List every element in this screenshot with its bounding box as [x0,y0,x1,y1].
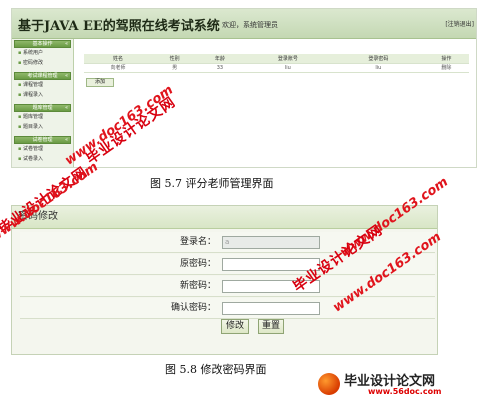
sidebar-group-label: 基本操作 [32,41,53,47]
column-header: 操作 [423,54,469,64]
cell-password: liu [333,63,424,73]
sidebar-item-change-password[interactable]: 密码修改 [12,58,73,68]
sidebar-item-course-entry[interactable]: 课程录入 [12,90,73,100]
submit-button[interactable]: 修改 [221,319,249,334]
cell-gender: 男 [151,63,198,73]
sidebar-group-header[interactable]: 考试课程管理 « [14,72,71,80]
sidebar-item-course-manage[interactable]: 课程管理 [12,80,73,90]
confirm-password-label: 确认密码： [170,303,216,313]
column-header: 登录账号 [242,54,334,64]
column-header: 姓名 [84,54,152,64]
system-title: 基于JAVA EE的驾照在线考试系统 [18,19,220,34]
welcome-text: 欢迎，系统管理员 [222,21,278,29]
sidebar-item-question-entry[interactable]: 题目录入 [12,122,73,132]
sidebar-group-paper: 试卷管理« 试卷管理 试卷录入 [12,136,73,167]
sidebar-group-header[interactable]: 试卷管理 « [14,136,71,144]
sidebar-group-basic: 基本操作 « 系统用户 密码修改 [12,40,73,71]
reset-button[interactable]: 重置 [258,319,284,334]
sidebar-group-label: 题库管理 [32,105,53,111]
sidebar-item-question-manage[interactable]: 题库管理 [12,112,73,122]
figure-caption-5-7: 图 5.7 评分老师管理界面 [150,177,274,190]
column-header: 年龄 [197,54,243,64]
collapse-icon[interactable]: « [65,41,68,48]
sidebar: 基本操作 « 系统用户 密码修改 考试课程管理 « 课程管理 课程录入 题库管理« … [12,39,74,167]
old-password-label: 原密码： [179,259,216,269]
sidebar-group-label: 考试课程管理 [27,73,58,79]
form-row-confirm-password: 确认密码： [20,298,435,319]
sidebar-group-question-bank: 题库管理« 题库管理 题目录入 [12,104,73,135]
cell-name: 向老师 [84,63,152,73]
collapse-icon[interactable]: « [65,73,68,80]
figure-caption-5-8: 图 5.8 修改密码界面 [165,363,267,376]
sidebar-group-label: 试卷管理 [32,137,53,143]
collapse-icon[interactable]: « [65,137,68,144]
site-logo: 毕业设计论文网 www.56doc.com [318,370,476,398]
app-header: 基于JAVA EE的驾照在线考试系统 欢迎，系统管理员 [注销退出] [12,9,476,39]
new-password-label: 新密码： [179,281,216,291]
collapse-icon[interactable]: « [65,105,68,112]
add-button[interactable]: 添加 [86,78,114,87]
cell-account: liu [242,63,334,73]
delete-link[interactable]: 删除 [423,63,469,73]
sidebar-item-system-users[interactable]: 系统用户 [12,48,73,58]
login-name-field: a [222,236,320,249]
logo-url: www.56doc.com [368,387,442,396]
sidebar-group-header[interactable]: 题库管理 « [14,104,71,112]
confirm-password-field[interactable] [222,302,320,315]
sidebar-item-paper-manage[interactable]: 试卷管理 [12,144,73,154]
table-header-row: 姓名 性别 年龄 登录账号 登录密码 操作 [84,54,469,64]
cell-age: 33 [197,63,243,73]
logo-icon [318,373,340,395]
logout-link[interactable]: [注销退出] [445,19,474,28]
teacher-table: 姓名 性别 年龄 登录账号 登录密码 操作 向老师 男 33 liu liu 删… [84,54,469,73]
login-name-label: 登录名： [179,237,216,247]
table-row: 向老师 男 33 liu liu 删除 [84,63,469,73]
column-header: 性别 [151,54,198,64]
column-header: 登录密码 [333,54,424,64]
sidebar-group-header[interactable]: 基本操作 « [14,40,71,48]
sidebar-group-course: 考试课程管理 « 课程管理 课程录入 [12,72,73,103]
